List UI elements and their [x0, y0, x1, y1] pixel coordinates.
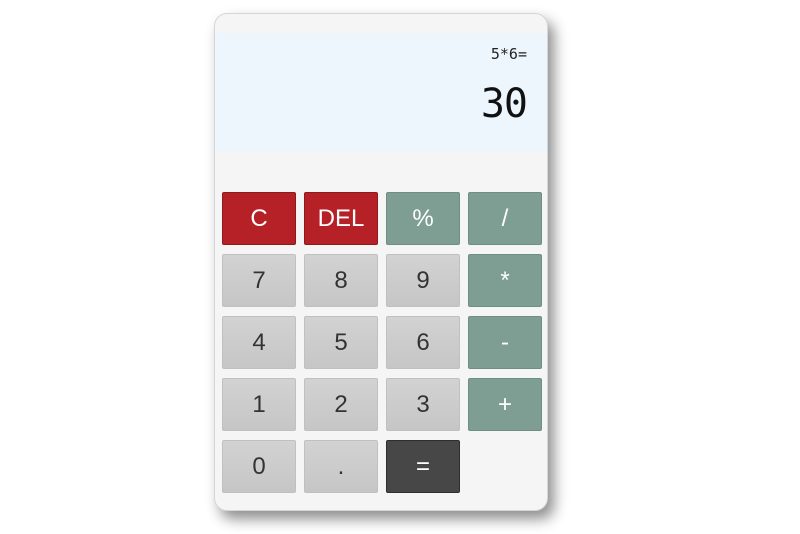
subtract-button[interactable]: -	[468, 316, 542, 369]
equals-button[interactable]: =	[386, 440, 460, 493]
digit-5-button[interactable]: 5	[304, 316, 378, 369]
keypad: C DEL % / 7 8 9 * 4 5 6 - 1 2 3 + 0 . =	[222, 192, 542, 496]
clear-button[interactable]: C	[222, 192, 296, 245]
divide-button[interactable]: /	[468, 192, 542, 245]
result-readout: 30	[480, 81, 528, 127]
percent-button[interactable]: %	[386, 192, 460, 245]
expression-readout: 5*6=	[490, 45, 527, 63]
digit-9-button[interactable]: 9	[386, 254, 460, 307]
digit-6-button[interactable]: 6	[386, 316, 460, 369]
calculator: 5*6= 30 C DEL % / 7 8 9 * 4 5 6 - 1 2 3 …	[214, 13, 548, 511]
digit-1-button[interactable]: 1	[222, 378, 296, 431]
multiply-button[interactable]: *	[468, 254, 542, 307]
digit-8-button[interactable]: 8	[304, 254, 378, 307]
digit-2-button[interactable]: 2	[304, 378, 378, 431]
decimal-button[interactable]: .	[304, 440, 378, 493]
digit-7-button[interactable]: 7	[222, 254, 296, 307]
digit-3-button[interactable]: 3	[386, 378, 460, 431]
delete-button[interactable]: DEL	[304, 192, 378, 245]
digit-0-button[interactable]: 0	[222, 440, 296, 493]
add-button[interactable]: +	[468, 378, 542, 431]
calculator-display: 5*6= 30	[215, 33, 547, 152]
digit-4-button[interactable]: 4	[222, 316, 296, 369]
